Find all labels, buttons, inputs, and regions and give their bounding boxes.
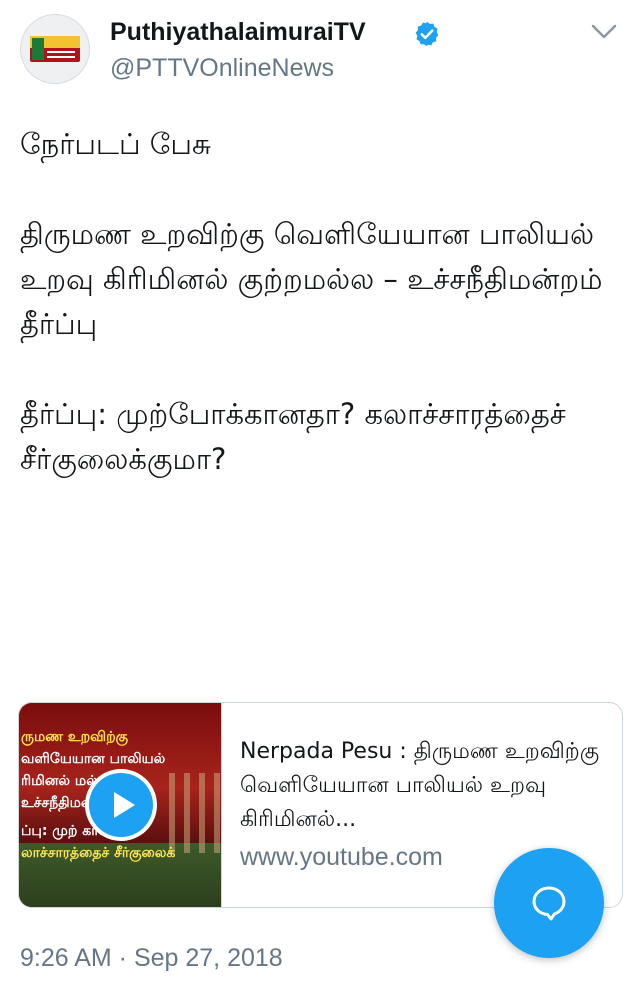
thumbnail-text: வளியேயான பாலியல் (21, 751, 166, 767)
avatar[interactable] (20, 14, 90, 84)
thumbnail-text: ருமண உறவிற்கு (21, 729, 128, 745)
puthiya-thalaimurai-logo (30, 36, 80, 62)
video-thumbnail[interactable]: ருமண உறவிற்கு வளியேயான பாலியல் ரிமினல் ம… (19, 703, 222, 907)
display-name[interactable]: PuthiyathalaimuraiTV (110, 18, 366, 47)
user-handle[interactable]: @PTTVOnlineNews (110, 54, 334, 83)
tweet-text: நேர்படப் பேசு திருமண உறவிற்கு வெளியேயான … (20, 127, 603, 476)
play-button[interactable] (89, 773, 153, 837)
verified-badge-icon (415, 21, 439, 47)
reply-bubble-icon (532, 886, 566, 921)
tweet-header: PuthiyathalaimuraiTV @PTTVOnlineNews (0, 0, 640, 100)
chevron-down-icon[interactable] (590, 22, 618, 42)
reply-fab-button[interactable] (494, 848, 604, 958)
thumbnail-text: லாச்சாரத்தைச் சீர்குலைக் (21, 845, 176, 861)
play-icon (114, 792, 135, 818)
card-title[interactable]: Nerpada Pesu : திருமண உறவிற்கு வெளியேயான… (240, 735, 600, 837)
tweet-timestamp[interactable]: 9:26 AM · Sep 27, 2018 (20, 944, 283, 973)
card-domain: www.youtube.com (240, 843, 443, 871)
